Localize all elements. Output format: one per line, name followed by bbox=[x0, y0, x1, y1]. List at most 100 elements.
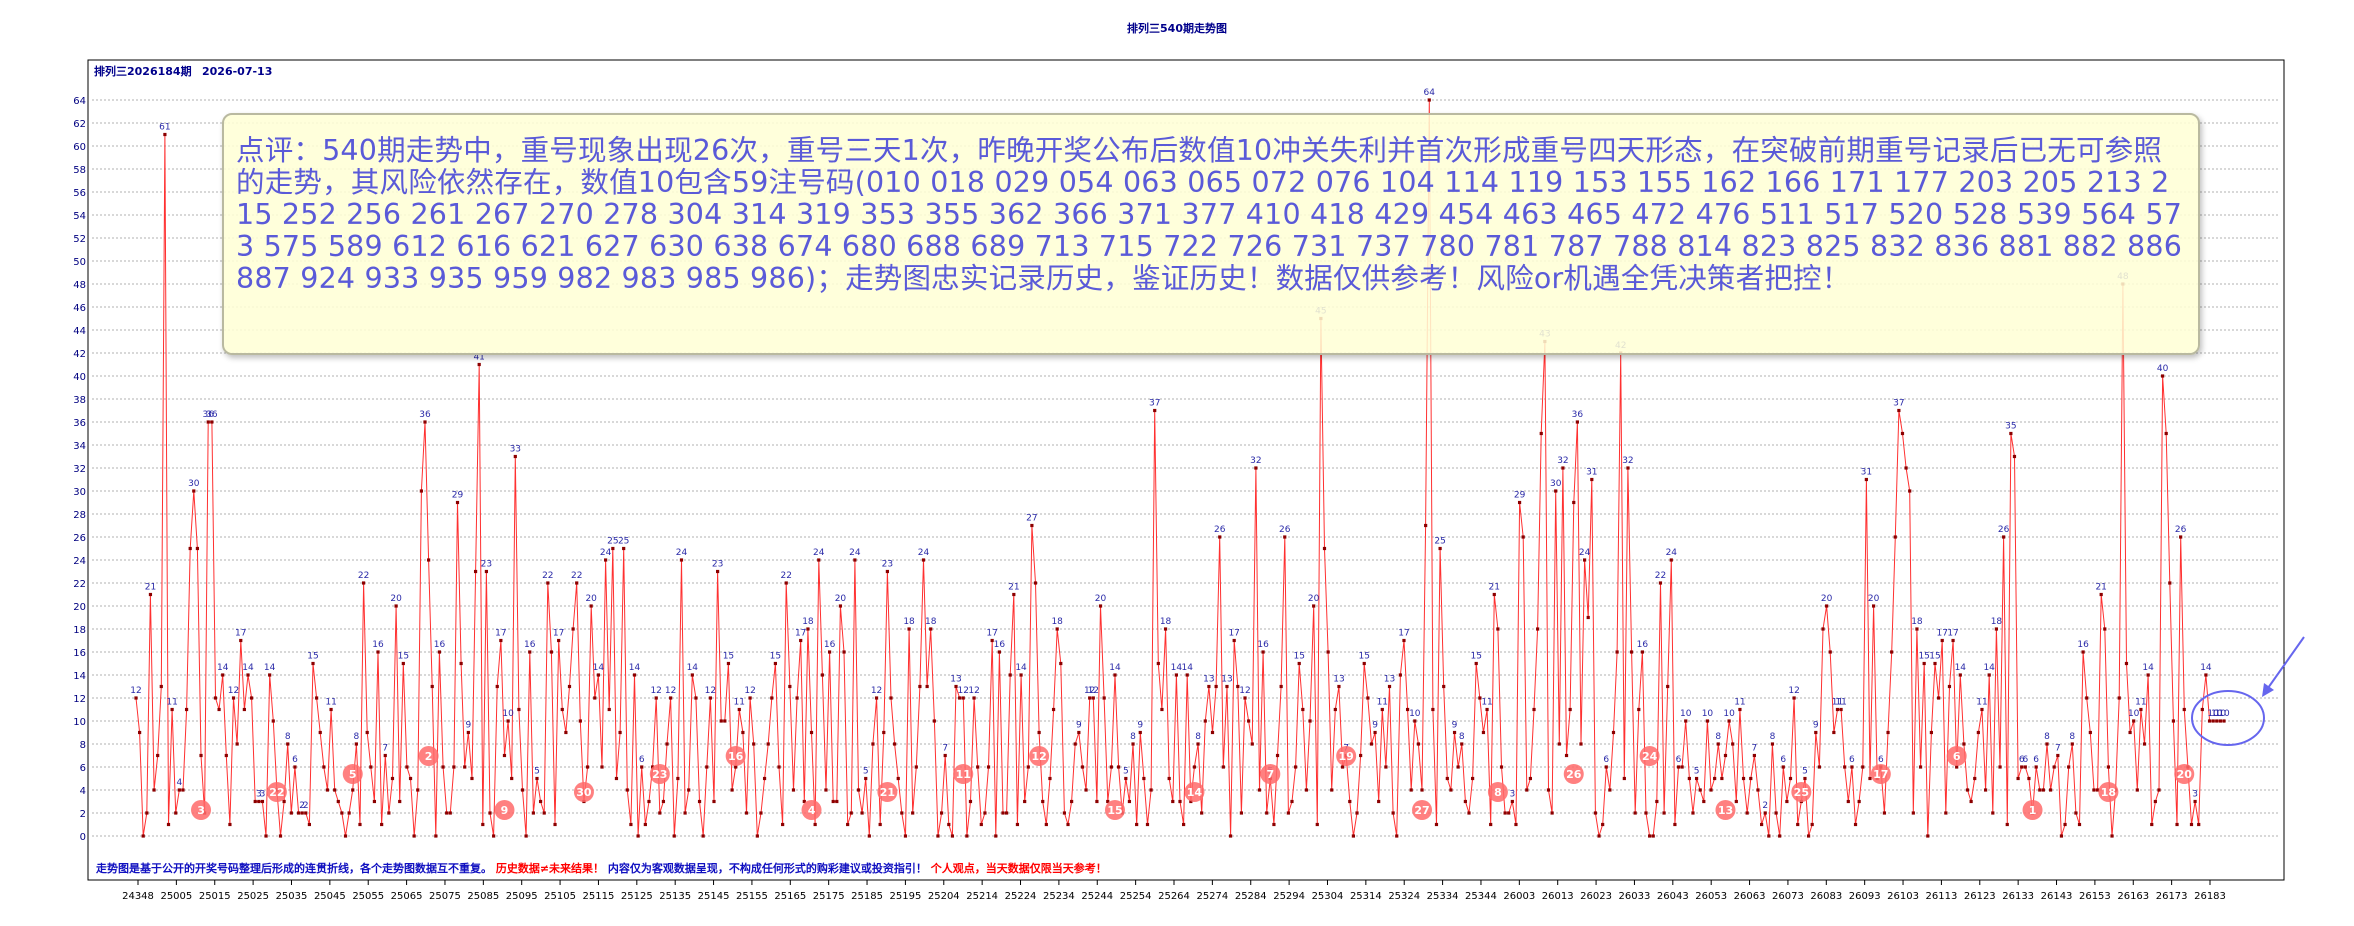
data-label: 15 bbox=[1293, 652, 1304, 662]
data-point bbox=[885, 569, 889, 574]
data-point bbox=[1698, 788, 1702, 792]
y-tick-label: 54 bbox=[73, 211, 86, 222]
data-point bbox=[1987, 673, 1991, 677]
data-point bbox=[669, 696, 673, 700]
data-point bbox=[997, 650, 1001, 654]
data-label: 9 bbox=[1452, 721, 1458, 731]
data-label: 20 bbox=[1821, 594, 1833, 604]
data-point bbox=[1098, 604, 1103, 608]
data-point bbox=[589, 604, 593, 608]
data-point bbox=[434, 834, 438, 838]
data-point bbox=[2182, 707, 2186, 712]
data-label: 10 bbox=[2218, 709, 2230, 719]
data-label: 16 bbox=[372, 640, 384, 650]
data-label: 14 bbox=[1109, 663, 1121, 673]
data-point bbox=[647, 799, 651, 804]
y-tick-label: 16 bbox=[73, 648, 86, 659]
data-point bbox=[773, 661, 778, 666]
data-point bbox=[325, 788, 330, 792]
data-point bbox=[441, 765, 445, 769]
data-point bbox=[1322, 546, 1327, 551]
data-point bbox=[1933, 661, 1937, 666]
data-point bbox=[1434, 822, 1439, 827]
badge-label: 22 bbox=[269, 786, 284, 799]
data-point bbox=[1200, 811, 1204, 815]
data-point bbox=[394, 604, 398, 608]
data-point bbox=[2099, 592, 2103, 597]
data-point bbox=[2074, 811, 2078, 815]
data-point bbox=[1774, 811, 1778, 815]
data-point bbox=[1384, 765, 1388, 769]
data-point bbox=[1525, 788, 1529, 792]
data-point bbox=[604, 558, 608, 562]
data-point bbox=[791, 788, 796, 792]
data-label: 9 bbox=[1813, 721, 1819, 731]
badge-label: 14 bbox=[1187, 786, 1203, 799]
data-label: 7 bbox=[942, 744, 948, 754]
x-tick-label: 25145 bbox=[698, 891, 730, 902]
data-point bbox=[412, 834, 416, 838]
data-label: 17 bbox=[553, 629, 564, 639]
data-point bbox=[1452, 730, 1457, 735]
data-point bbox=[246, 673, 250, 677]
data-point bbox=[1572, 500, 1576, 505]
data-label: 3 bbox=[260, 790, 266, 800]
x-axis-ticks: 24348 25005 25015 25025 25035 25045 25055 25065… bbox=[122, 880, 2226, 902]
data-point bbox=[1640, 650, 1644, 654]
data-point bbox=[2197, 822, 2201, 827]
x-tick-label: 26123 bbox=[1964, 891, 1996, 902]
x-tick-label: 25344 bbox=[1465, 891, 1497, 902]
data-point bbox=[546, 581, 550, 585]
badge-label: 23 bbox=[652, 768, 667, 781]
data-label: 36 bbox=[1572, 410, 1584, 420]
data-point bbox=[300, 811, 304, 815]
data-label: 22 bbox=[542, 571, 553, 581]
data-label: 16 bbox=[524, 640, 536, 650]
data-point bbox=[2070, 742, 2074, 746]
data-point bbox=[1297, 661, 1301, 666]
data-point bbox=[1694, 776, 1699, 781]
data-point bbox=[372, 799, 377, 804]
data-point bbox=[1015, 822, 1020, 827]
data-point bbox=[1037, 730, 1041, 735]
data-label: 18 bbox=[1051, 617, 1063, 627]
x-tick-label: 26133 bbox=[2002, 891, 2034, 902]
data-label: 31 bbox=[1586, 468, 1597, 478]
x-tick-label: 24348 bbox=[122, 891, 154, 902]
y-tick-label: 4 bbox=[80, 786, 86, 797]
y-tick-label: 64 bbox=[73, 96, 86, 107]
data-point bbox=[2002, 535, 2006, 539]
data-label: 8 bbox=[2069, 732, 2075, 742]
data-point bbox=[618, 730, 622, 735]
data-label: 16 bbox=[824, 640, 836, 650]
data-point bbox=[2092, 788, 2096, 792]
data-point bbox=[849, 811, 853, 815]
footer-part2: 历史数据≠未来结果！ bbox=[496, 861, 604, 875]
data-point bbox=[1915, 627, 1919, 631]
data-point bbox=[268, 673, 272, 677]
data-point bbox=[481, 822, 485, 827]
data-label: 36 bbox=[419, 410, 431, 420]
data-point bbox=[1203, 719, 1207, 723]
data-point bbox=[408, 776, 413, 781]
data-point bbox=[1528, 776, 1533, 781]
data-point bbox=[156, 753, 160, 758]
data-point bbox=[1792, 696, 1796, 700]
data-label: 26 bbox=[1279, 525, 1291, 535]
data-point bbox=[1608, 788, 1612, 792]
data-point bbox=[1731, 742, 1735, 746]
data-label: 14 bbox=[264, 663, 276, 673]
y-tick-label: 32 bbox=[73, 464, 86, 475]
data-point bbox=[1467, 811, 1471, 815]
y-tick-label: 18 bbox=[73, 625, 86, 636]
data-point bbox=[640, 765, 644, 769]
data-label: 8 bbox=[1459, 732, 1465, 742]
data-label: 4 bbox=[176, 778, 182, 788]
data-point bbox=[1749, 776, 1753, 781]
data-point bbox=[1131, 742, 1135, 746]
data-label: 25 bbox=[607, 537, 618, 547]
data-point bbox=[1247, 719, 1251, 723]
data-label: 35 bbox=[2005, 422, 2016, 432]
x-tick-label: 25224 bbox=[1005, 891, 1037, 902]
data-point bbox=[1734, 799, 1738, 804]
